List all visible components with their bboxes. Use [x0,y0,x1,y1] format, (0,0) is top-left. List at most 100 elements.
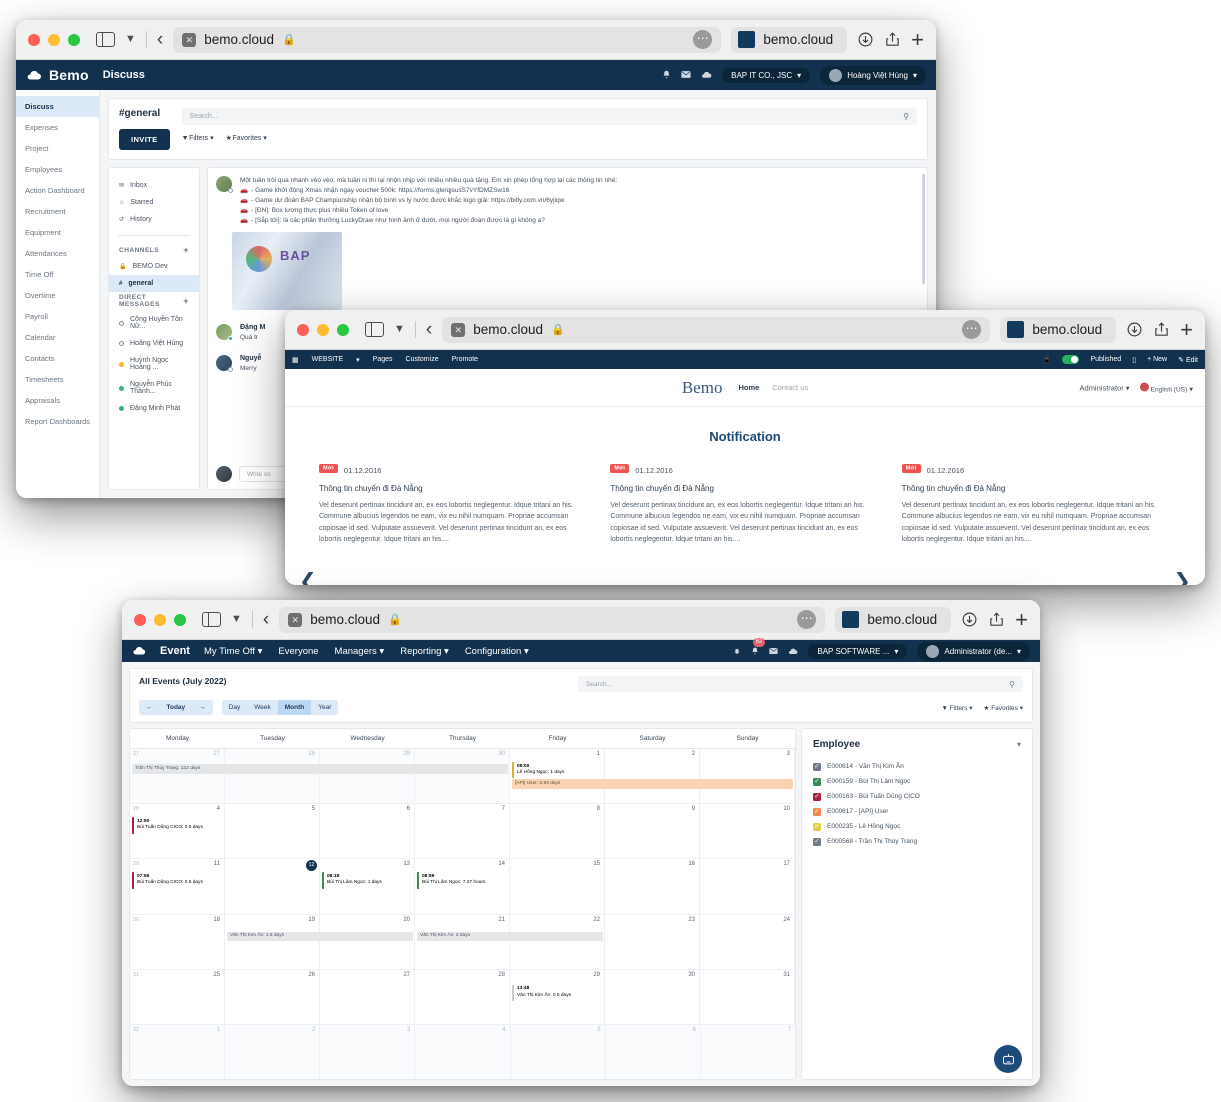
menu-item-managers[interactable]: Managers ▾ [335,646,385,657]
calendar-day-cell[interactable]: 20 [320,914,415,969]
calendar-day-cell[interactable]: 26 [225,969,320,1024]
sidebar-item-project[interactable]: Project [16,138,99,159]
sidebar-item-payroll[interactable]: Payroll [16,306,99,327]
calendar-day-cell[interactable]: 27 [320,969,415,1024]
day-number[interactable]: 26 [308,972,315,978]
calendar-day-cell[interactable]: 5 [225,804,320,859]
calendar-day-cell[interactable]: 3 [320,1024,416,1080]
cloud-icon[interactable] [788,642,798,660]
day-number[interactable]: 13 [403,861,410,867]
scale-month[interactable]: Month [277,700,312,715]
publish-toggle[interactable] [1062,355,1080,364]
window-traffic-lights[interactable] [134,613,186,626]
day-number[interactable]: 2 [692,751,695,757]
mailbox-list[interactable]: ✉ Inbox ☆ Starred ↺ History [109,177,199,228]
chatbot-icon[interactable] [994,1045,1022,1073]
search-icon[interactable]: ⚲ [1009,680,1015,689]
day-number[interactable]: 14 [498,861,505,867]
calendar-day-cell[interactable]: 23 [605,914,700,969]
day-number[interactable]: 19 [308,917,315,923]
sidebar-item-appraisals[interactable]: Appraisals [16,390,99,411]
calendar-event[interactable]: 08:18 Bùi Thị Lâm Ngọc: 1 days [321,872,413,889]
browser-tab[interactable]: bemo.cloud [1000,316,1117,343]
day-number[interactable]: 17 [783,861,790,867]
day-number[interactable]: 31 [783,972,790,978]
company-switcher[interactable]: BAP SOFTWARE ... ▾ [808,643,908,659]
carousel-next-button[interactable]: ❯ [1173,569,1191,585]
language-selector[interactable]: English (US) ▾ [1139,382,1193,393]
calendar-day-cell[interactable]: 7 [415,804,510,859]
blocker-icon[interactable]: ✕ [451,322,466,337]
user-menu[interactable]: Administrator (de... ▾ [917,641,1030,661]
edit-button[interactable]: ✎ Edit [1178,356,1198,364]
invite-button[interactable]: INVITE [119,129,170,150]
day-number[interactable]: 3 [407,1027,410,1033]
calendar-day-cell[interactable]: 6 [605,1024,701,1080]
sidebar-item-expenses[interactable]: Expenses [16,117,99,138]
calendar-day-cell[interactable]: 5 [510,1024,606,1080]
day-number[interactable]: 7 [788,1027,791,1033]
calendar-day-cell[interactable]: 2 [225,1024,321,1080]
favorites-button[interactable]: ★ Favorites ▾ [984,704,1023,712]
search-input[interactable]: Search... ⚲ [578,676,1023,692]
filters-button[interactable]: ▼ Filters ▾ [182,134,214,142]
calendar[interactable]: Monday Tuesday Wednesday Thursday Friday Satu… [129,728,796,1080]
more-options-icon[interactable]: ⋯ [797,610,817,629]
cloud-icon[interactable] [701,66,712,84]
event-menu[interactable]: My Time Off ▾ Everyone Managers ▾ Reporting… [204,646,529,657]
download-icon[interactable] [961,611,978,628]
employee-filter-item[interactable]: E000617 - [API] User [813,804,1021,819]
day-number[interactable]: 18 [213,917,220,923]
user-menu[interactable]: Hoàng Việt Hùng ▾ [820,65,926,85]
scale-year[interactable]: Year [311,700,338,715]
day-number[interactable]: 28 [308,751,315,757]
mailbox-item-inbox[interactable]: ✉ Inbox [109,177,199,194]
day-number[interactable]: 27 [403,972,410,978]
chevron-down-icon[interactable]: ▼ [394,324,405,335]
dm-item[interactable]: Nguyễn Phúc Thành... [109,376,199,400]
channel-list[interactable]: 🔒 BEMO Dev # general [109,258,199,292]
add-dm-button[interactable]: + [183,296,189,306]
day-number[interactable]: 8 [597,806,600,812]
employee-filter-item[interactable]: E000235 - Lê Hồng Ngọc [813,819,1021,834]
employee-filter-item[interactable]: E000163 - Bùi Tuấn Dũng CICO [813,789,1021,804]
calendar-day-cell[interactable]: 19 [225,914,320,969]
back-arrow-icon[interactable]: ‹ [263,610,269,629]
employee-filter-item[interactable]: E000568 - Trần Thị Thúy Trang [813,834,1021,849]
day-number[interactable]: 6 [407,806,410,812]
address-bar[interactable]: ✕ bemo.cloud 🔒 ⋯ [173,26,722,53]
bell-icon[interactable] [662,66,671,84]
calendar-day-cell[interactable]: 12 [225,859,320,914]
calendar-day-cell[interactable]: 15 [510,859,605,914]
calendar-day-cell[interactable]: 28 [225,749,320,804]
carousel-prev-button[interactable]: ❮ [299,569,317,585]
add-channel-button[interactable]: + [183,245,189,255]
close-window-button[interactable] [134,613,146,626]
close-window-button[interactable] [297,323,309,336]
day-number[interactable]: 2 [312,1027,315,1033]
calendar-day-cell[interactable]: 32 1 [130,1024,226,1080]
calendar-day-cell[interactable]: 31 [700,969,795,1024]
bug-icon[interactable] [733,642,741,660]
calendar-day-cell[interactable]: 3 [700,749,795,804]
channel-item-bemo-dev[interactable]: 🔒 BEMO Dev [109,258,199,275]
browser-window-event[interactable]: ▼ ‹ ✕ bemo.cloud 🔒 ⋯ bemo.cloud + Event … [122,600,1040,1086]
notification-card[interactable]: Mới 01.12.2016 Thông tin chuyến đi Đà Nẵng… [319,460,588,545]
sidebar-item-employees[interactable]: Employees [16,159,99,180]
search-icon[interactable]: ⚲ [903,112,909,121]
back-arrow-icon[interactable]: ‹ [157,30,163,49]
mailbox-item-history[interactable]: ↺ History [109,211,199,228]
calendar-event[interactable]: 08:59 Bùi Thị Lâm Ngọc: 7.27 hours [417,872,508,889]
day-number[interactable]: 30 [498,751,505,757]
window-traffic-lights[interactable] [297,323,349,336]
mobile-preview-icon[interactable]: 📱 [1043,356,1052,364]
dm-item[interactable]: Hoàng Việt Hùng [109,335,199,352]
day-number[interactable]: 15 [593,861,600,867]
maximize-window-button[interactable] [68,33,80,46]
sidebar-item-attendances[interactable]: Attendances [16,243,99,264]
sidebar-item-action-dashboard[interactable]: Action Dashboard [16,180,99,201]
menu-item-customize[interactable]: Customize [406,356,439,363]
company-switcher[interactable]: BAP IT CO., JSC ▾ [722,67,811,83]
sidebar-item-contacts[interactable]: Contacts [16,348,99,369]
brand-logo[interactable] [132,646,146,656]
